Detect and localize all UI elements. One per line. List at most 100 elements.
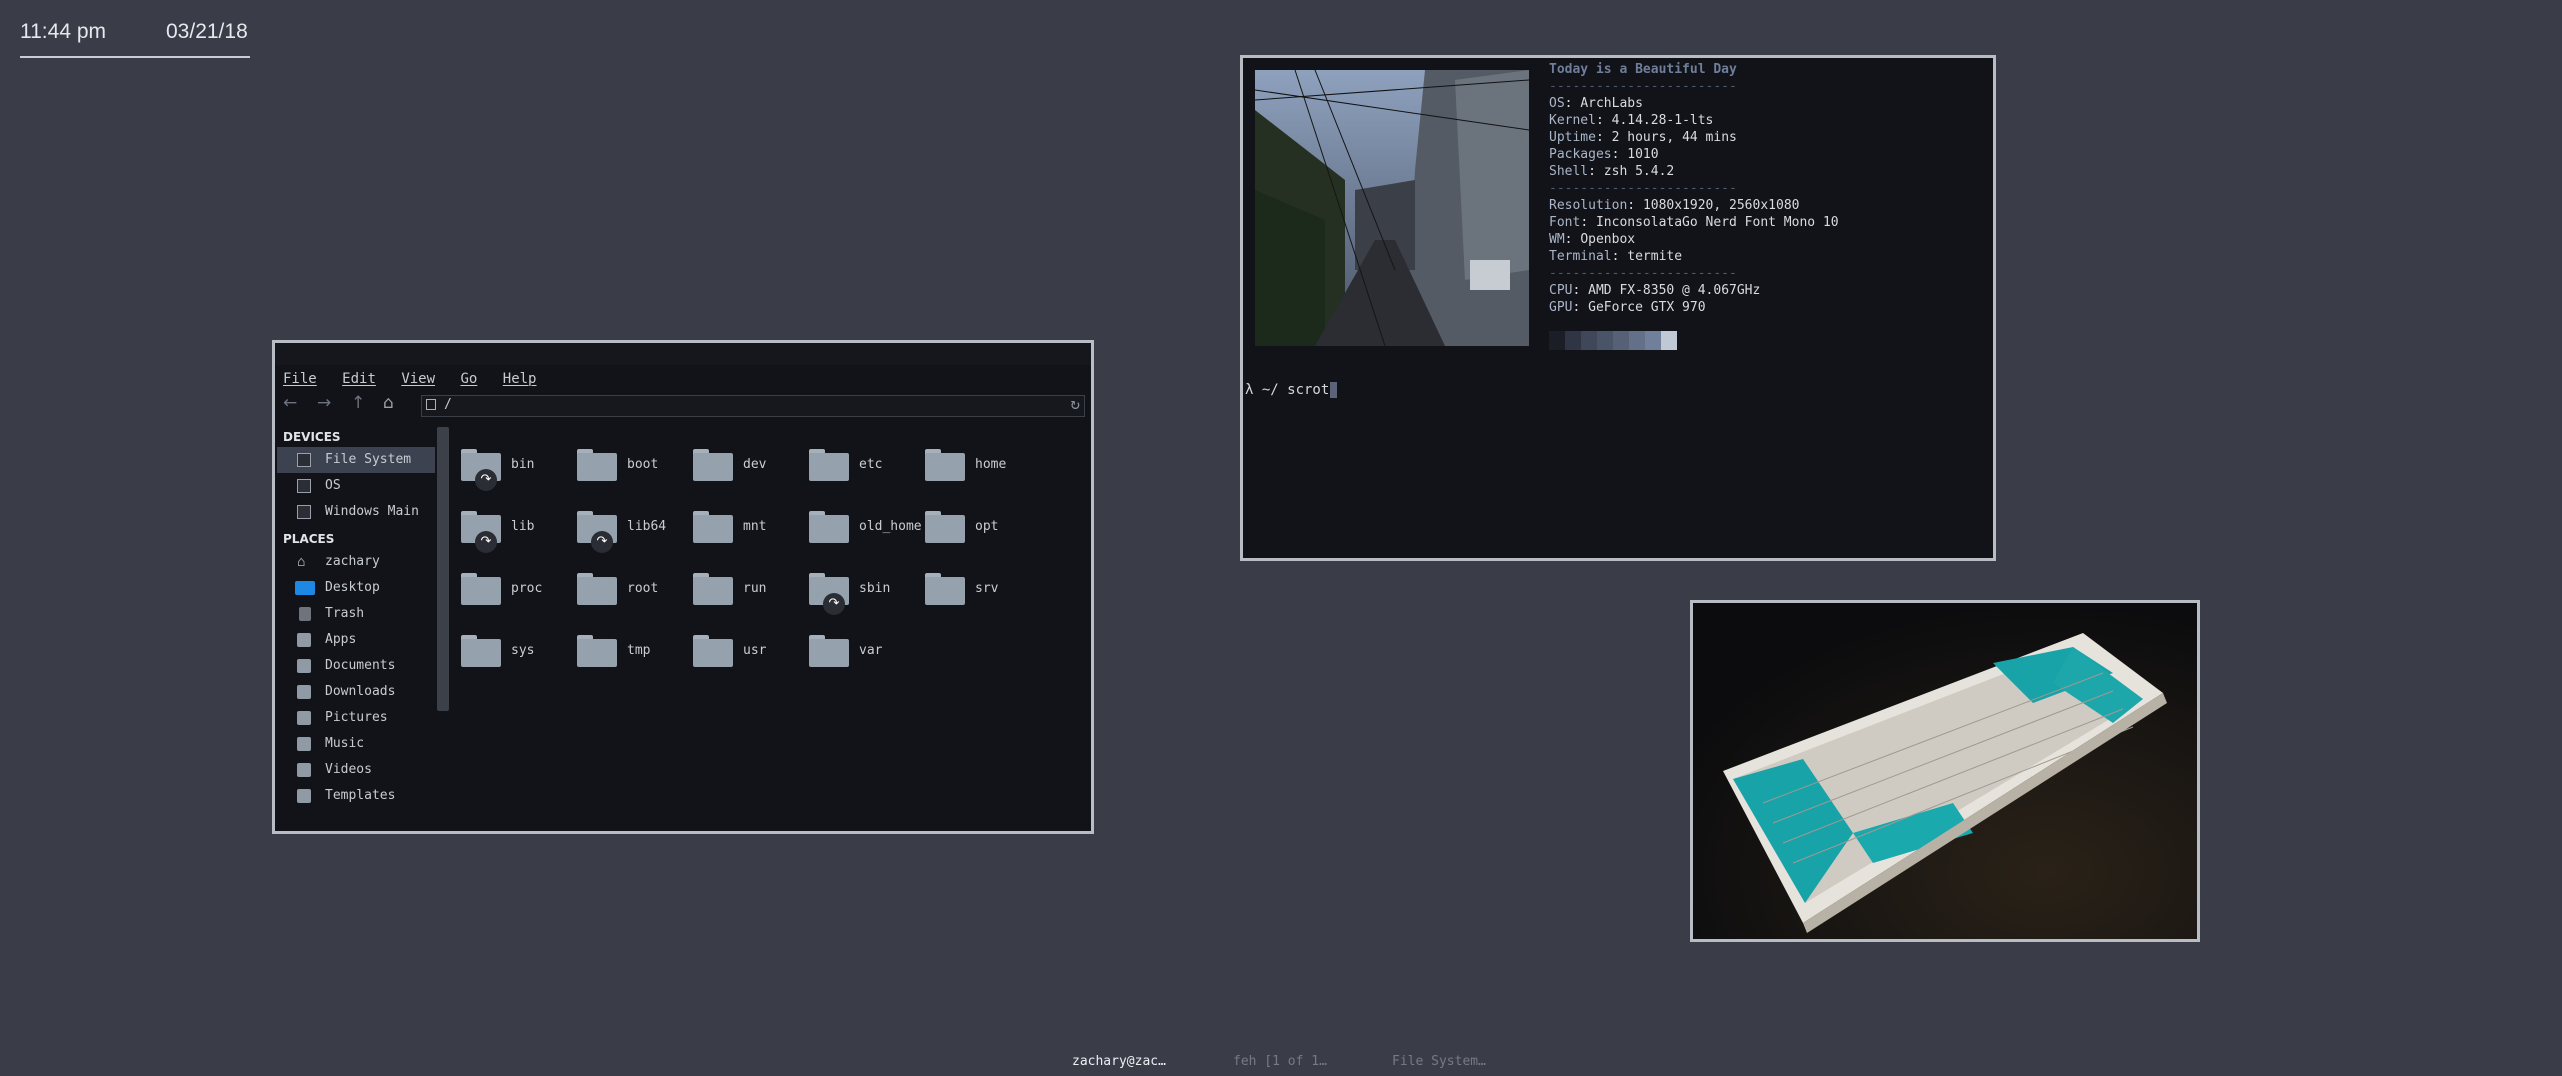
folder-item[interactable]: ↷ sbin (809, 565, 919, 615)
folder-label: opt (975, 519, 999, 534)
menu-view[interactable]: View (401, 371, 435, 387)
folder-item[interactable]: ↷ lib64 (577, 503, 687, 553)
sidebar-item-videos[interactable]: Videos (277, 757, 435, 783)
color-palette (1549, 331, 1677, 350)
folder-icon (297, 633, 311, 647)
folder-label: etc (859, 457, 883, 472)
image-viewer-window[interactable] (1690, 600, 2200, 942)
folder-item[interactable]: usr (693, 627, 803, 677)
folder-item[interactable]: sys (461, 627, 571, 677)
sidebar-item-apps[interactable]: Apps (277, 627, 435, 653)
folder-item[interactable]: run (693, 565, 803, 615)
sidebar-item-label: Pictures (325, 710, 388, 725)
folder-icon (925, 511, 965, 543)
sidebar-item-label: Downloads (325, 684, 396, 699)
folder-item[interactable]: opt (925, 503, 1035, 553)
folder-item[interactable]: proc (461, 565, 571, 615)
drive-icon (297, 479, 311, 493)
folder-item[interactable]: ↷ bin (461, 441, 571, 491)
menu-bar: File Edit View Go Help (283, 371, 553, 387)
folder-item[interactable]: mnt (693, 503, 803, 553)
file-manager-window[interactable]: File Edit View Go Help ← → ↑ ⌂ / ↻ DEVIC… (272, 340, 1094, 834)
clock-date: 03/21/18 (166, 20, 248, 43)
folder-item[interactable]: boot (577, 441, 687, 491)
taskbar: zachary@zac… feh [1 of 1… File System… (0, 1052, 2562, 1072)
window-titlebar[interactable] (275, 343, 1091, 365)
folder-icon: ↷ (461, 449, 501, 491)
separator: ------------------------ (1549, 79, 1737, 94)
folder-item[interactable]: dev (693, 441, 803, 491)
sidebar-item-documents[interactable]: Documents (277, 653, 435, 679)
sidebar-item-trash[interactable]: Trash (277, 601, 435, 627)
sidebar-item-downloads[interactable]: Downloads (277, 679, 435, 705)
task-file-system[interactable]: File System… (1392, 1054, 1486, 1069)
folder-item[interactable]: etc (809, 441, 919, 491)
sidebar-item-pictures[interactable]: Pictures (277, 705, 435, 731)
separator: ------------------------ (1549, 266, 1737, 281)
info-key: CPU (1549, 283, 1573, 298)
info-value: termite (1627, 249, 1683, 264)
folder-label: sbin (859, 581, 891, 596)
folder-icon (297, 763, 311, 777)
folder-label: old_home (859, 519, 922, 534)
drive-icon (297, 505, 311, 519)
forward-icon[interactable]: → (317, 393, 331, 413)
folder-item[interactable]: root (577, 565, 687, 615)
places-heading: PLACES (283, 532, 335, 546)
sidebar-item-label: Desktop (325, 580, 380, 595)
folder-icon (693, 511, 733, 543)
sidebar-item-zachary[interactable]: ⌂ zachary (277, 549, 435, 575)
menu-edit[interactable]: Edit (342, 371, 376, 387)
terminal-window[interactable]: Today is a Beautiful Day ---------------… (1240, 55, 1996, 561)
location-bar[interactable]: / ↻ (421, 394, 1085, 417)
home-icon[interactable]: ⌂ (383, 393, 394, 413)
trash-icon (299, 607, 311, 621)
terminal-prompt[interactable]: λ ~/ scrot (1245, 382, 1338, 398)
folder-grid: ↷ bin boot dev etc home ↷ lib ↷ lib64 mnt old_home o… (451, 427, 1083, 827)
info-value: 4.14.28-1-lts (1611, 113, 1714, 128)
up-icon[interactable]: ↑ (351, 393, 365, 413)
folder-label: dev (743, 457, 767, 472)
folder-icon (577, 573, 617, 605)
folder-item[interactable]: tmp (577, 627, 687, 677)
sidebar-item-label: OS (325, 478, 341, 493)
sidebar-item-label: Music (325, 736, 365, 751)
sidebar-item-windows-main[interactable]: Windows Main (277, 499, 435, 525)
info-value: AMD FX-8350 @ 4.067GHz (1588, 283, 1761, 298)
reload-icon[interactable]: ↻ (1070, 394, 1080, 413)
sidebar-item-desktop[interactable]: Desktop (277, 575, 435, 601)
info-value: 2 hours, 44 mins (1611, 130, 1737, 145)
menu-help[interactable]: Help (503, 371, 537, 387)
folder-label: lib (511, 519, 535, 534)
sidebar-item-file-system[interactable]: File System (277, 447, 435, 473)
folder-item[interactable]: var (809, 627, 919, 677)
sidebar: DEVICES File System OS Windows Main PLAC… (277, 427, 435, 831)
task-feh[interactable]: feh [1 of 1… (1233, 1054, 1327, 1069)
folder-item[interactable]: old_home (809, 503, 922, 553)
neofetch-image (1255, 70, 1529, 346)
menu-go[interactable]: Go (460, 371, 477, 387)
sidebar-item-os[interactable]: OS (277, 473, 435, 499)
info-key: Font (1549, 215, 1581, 230)
palette-swatch (1549, 331, 1565, 350)
info-value: zsh 5.4.2 (1603, 164, 1675, 179)
folder-icon (693, 573, 733, 605)
folder-item[interactable]: srv (925, 565, 1035, 615)
palette-swatch (1629, 331, 1645, 350)
folder-icon (297, 659, 311, 673)
keyboard-photo (1693, 603, 2197, 939)
folder-item[interactable]: home (925, 441, 1035, 491)
sidebar-item-templates[interactable]: Templates (277, 783, 435, 809)
folder-icon (297, 789, 311, 803)
sidebar-item-music[interactable]: Music (277, 731, 435, 757)
drive-icon (426, 399, 436, 410)
folder-item[interactable]: ↷ lib (461, 503, 571, 553)
sidebar-scrollbar[interactable] (437, 427, 449, 711)
neofetch-title: Today is a Beautiful Day (1549, 62, 1737, 77)
task-terminal[interactable]: zachary@zac… (1072, 1054, 1166, 1069)
palette-swatch (1565, 331, 1581, 350)
menu-file[interactable]: File (283, 371, 317, 387)
folder-icon: ↷ (809, 573, 849, 615)
system-info: Today is a Beautiful Day ---------------… (1549, 62, 1839, 315)
back-icon[interactable]: ← (283, 393, 297, 413)
